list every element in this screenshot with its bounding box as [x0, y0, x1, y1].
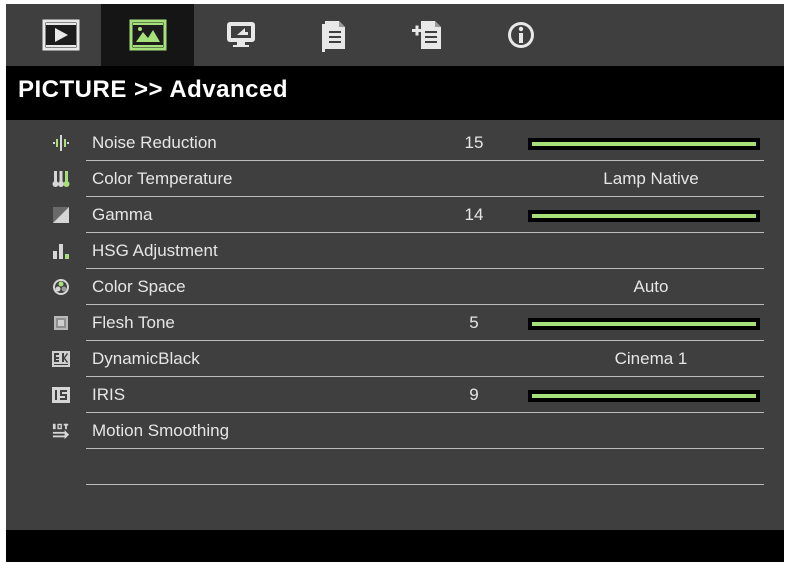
tab-setup[interactable] — [287, 4, 380, 66]
menu-item-label: HSG Adjustment — [92, 241, 218, 260]
iris-icon — [52, 386, 70, 404]
menu-item-label: Motion Smoothing — [92, 421, 230, 440]
slider-fill — [532, 394, 756, 398]
tab-display[interactable] — [194, 4, 287, 66]
iris-slider[interactable] — [528, 390, 760, 402]
menu-item-color-space[interactable]: Color Space Auto — [6, 269, 784, 305]
slider-fill — [532, 322, 756, 326]
title-bar: PICTURE >> Advanced — [6, 66, 784, 120]
menu-item-value: 5 — [469, 313, 479, 332]
tab-options[interactable] — [381, 4, 474, 66]
menu-item-flesh-tone[interactable]: Flesh Tone 5 — [6, 305, 784, 341]
tab-picture[interactable] — [101, 4, 194, 66]
display-icon — [226, 22, 255, 47]
flesh-tone-icon — [52, 314, 70, 332]
menu-item-color-temperature[interactable]: Color Temperature Lamp Native — [6, 161, 784, 197]
menu-item-hsg-adjustment[interactable]: HSG Adjustment — [6, 233, 784, 269]
flesh-tone-slider[interactable] — [528, 318, 760, 330]
menu-item-label: Color Temperature — [92, 169, 233, 188]
tab-bar — [6, 4, 784, 66]
dynamic-black-icon — [52, 350, 70, 368]
empty-row — [6, 449, 784, 485]
gamma-icon — [52, 206, 70, 224]
menu-item-dynamic-black[interactable]: DynamicBlack Cinema 1 — [6, 341, 784, 377]
color-space-icon — [52, 278, 70, 296]
menu-item-noise-reduction[interactable]: Noise Reduction 15 — [6, 125, 784, 161]
tab-image[interactable] — [14, 4, 107, 66]
menu-item-value: Cinema 1 — [614, 349, 688, 368]
gamma-slider[interactable] — [528, 210, 760, 222]
thermometer-icon — [52, 170, 70, 188]
menu-item-label: Gamma — [92, 205, 153, 224]
slider-fill — [532, 142, 756, 146]
footer-bar — [6, 530, 784, 562]
slider-fill — [532, 214, 756, 218]
noise-reduction-slider[interactable] — [528, 138, 760, 150]
document-add-icon — [411, 21, 441, 49]
hsg-icon — [52, 242, 70, 260]
menu-item-value: 15 — [464, 133, 484, 152]
menu-item-iris[interactable]: IRIS 9 — [6, 377, 784, 413]
page-title: PICTURE >> Advanced — [18, 76, 289, 103]
noise-reduction-icon — [52, 134, 70, 152]
document-icon — [321, 21, 345, 52]
menu-item-label: IRIS — [92, 385, 126, 404]
menu-item-label: Color Space — [92, 277, 186, 296]
osd-menu-window: PICTURE >> Advanced Noise Reduction 15 C… — [6, 4, 784, 562]
menu-item-value: Lamp Native — [603, 169, 699, 188]
picture-icon — [129, 19, 166, 51]
divider — [86, 484, 764, 485]
menu-item-motion-smoothing[interactable]: Motion Smoothing — [6, 413, 784, 449]
menu-item-value: 14 — [464, 205, 484, 224]
menu-item-gamma[interactable]: Gamma 14 — [6, 197, 784, 233]
menu-item-value: 9 — [469, 385, 479, 404]
tab-info[interactable] — [474, 4, 567, 66]
motion-smoothing-icon — [52, 422, 70, 440]
menu-item-label: Noise Reduction — [92, 133, 217, 152]
menu-item-label: Flesh Tone — [92, 313, 175, 332]
image-icon — [42, 19, 79, 51]
info-icon — [507, 22, 534, 48]
menu-item-value: Auto — [633, 277, 669, 296]
menu-item-label: DynamicBlack — [92, 349, 200, 368]
